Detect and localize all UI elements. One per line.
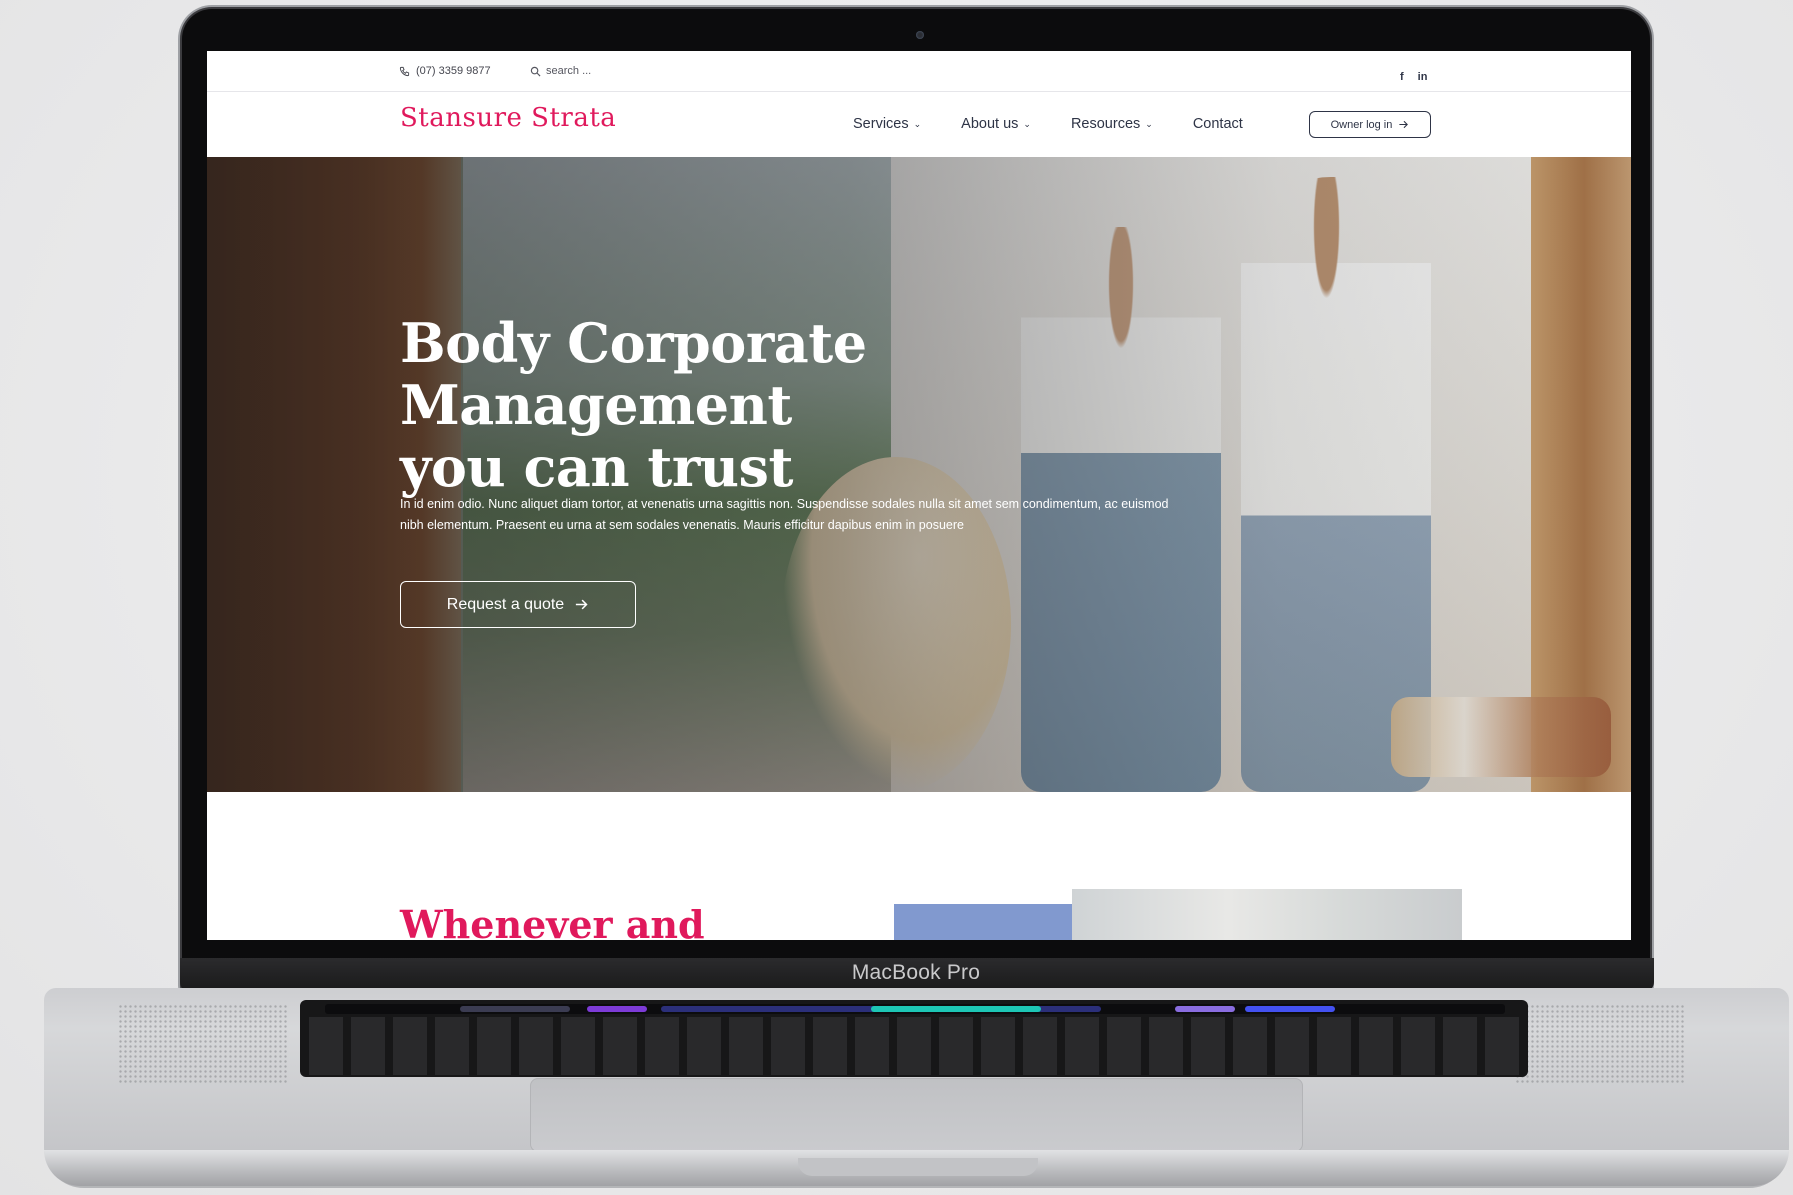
intro-section: Whenever and <box>207 792 1631 940</box>
trackpad <box>530 1078 1303 1152</box>
phone-icon <box>399 66 410 77</box>
nav-item-about-us[interactable]: About us ⌄ <box>961 116 1031 132</box>
hero-title: Body Corporate Management you can trust <box>400 312 1180 498</box>
lid-notch <box>798 1158 1038 1176</box>
nav-item-services[interactable]: Services ⌄ <box>853 116 921 132</box>
nav-item-resources[interactable]: Resources ⌄ <box>1071 116 1153 132</box>
chevron-down-icon: ⌄ <box>1023 118 1031 129</box>
owner-login-button[interactable]: Owner log in <box>1309 111 1431 138</box>
speaker-grille <box>1515 1004 1685 1084</box>
hero-section: Body Corporate Management you can trust … <box>207 157 1631 792</box>
touch-bar-strip <box>460 1006 1335 1012</box>
decorative-block <box>894 904 1090 940</box>
arrow-right-icon <box>574 597 589 612</box>
phone-number: (07) 3359 9877 <box>416 65 491 77</box>
owner-login-label: Owner log in <box>1330 118 1393 131</box>
device-label: MacBook Pro <box>851 961 981 984</box>
site-logo[interactable]: Stansure Strata <box>400 103 616 133</box>
request-quote-button[interactable]: Request a quote <box>400 581 636 628</box>
camera-icon <box>916 31 924 39</box>
nav-menu: Services ⌄ About us ⌄ Resources ⌄ Contac… <box>853 116 1283 132</box>
nav-item-label: Resources <box>1070 116 1141 132</box>
nav-item-label: Services <box>853 116 909 132</box>
facebook-icon[interactable]: f <box>1400 71 1404 83</box>
nav-item-label: About us <box>961 116 1019 132</box>
linkedin-icon[interactable]: in <box>1418 71 1428 83</box>
nav-item-contact[interactable]: Contact <box>1193 116 1243 132</box>
hero-title-line: Body Corporate Management <box>400 311 867 437</box>
search-icon <box>530 66 541 77</box>
chevron-down-icon: ⌄ <box>913 118 922 129</box>
phone-link[interactable]: (07) 3359 9877 <box>399 65 491 77</box>
touch-bar <box>325 1004 1505 1014</box>
search-placeholder: search ... <box>546 65 592 77</box>
chevron-down-icon: ⌄ <box>1145 118 1153 129</box>
arrow-right-icon <box>1398 119 1409 130</box>
section-image <box>1072 889 1462 940</box>
main-navbar: Stansure Strata Services ⌄ About us ⌄ Re… <box>207 92 1631 158</box>
section-heading: Whenever and <box>400 902 705 940</box>
utility-bar: (07) 3359 9877 search ... f in <box>207 51 1631 92</box>
hero-title-line: you can trust <box>400 435 793 499</box>
key-rows <box>305 1017 1523 1075</box>
search-input[interactable]: search ... <box>530 65 591 77</box>
hero-description: In id enim odio. Nunc aliquet diam torto… <box>400 497 1169 532</box>
request-quote-label: Request a quote <box>446 595 565 613</box>
social-links: f in <box>1400 71 1427 83</box>
speaker-grille <box>118 1004 288 1084</box>
nav-item-label: Contact <box>1192 116 1243 132</box>
browser-screen: (07) 3359 9877 search ... f in Stansure … <box>207 51 1631 940</box>
